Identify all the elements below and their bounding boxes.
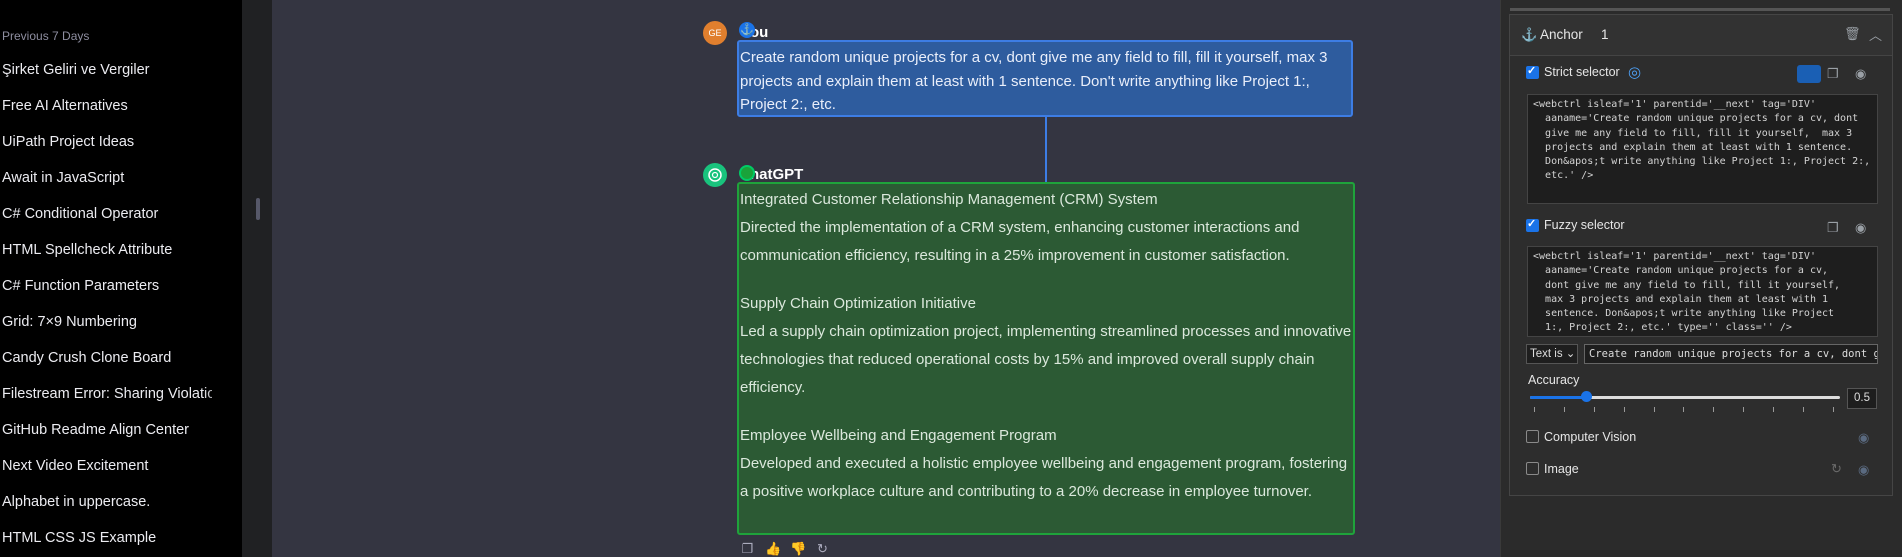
chevron-up-icon[interactable]: ︿ [1869, 25, 1882, 44]
target-icon [739, 165, 755, 181]
sidebar-item[interactable]: UiPath Project Ideas [2, 134, 212, 150]
sidebar-fade [202, 0, 242, 557]
anchor-title: Anchor [1540, 27, 1583, 42]
text-match-input[interactable]: Create random unique projects for a cv, … [1584, 344, 1878, 364]
sidebar-item[interactable]: C# Function Parameters [2, 278, 212, 294]
sidebar-item[interactable]: Filestream Error: Sharing Violation [2, 386, 212, 402]
project-title: Integrated Customer Relationship Managem… [740, 191, 1158, 208]
sidebar-section-label: Previous 7 Days [2, 29, 90, 43]
strict-selector-label: Strict selector [1544, 65, 1620, 79]
accuracy-ticks [1534, 407, 1834, 413]
project-description: Directed the implementation of a CRM sys… [740, 219, 1300, 264]
delete-icon[interactable]: 🗑 [1844, 26, 1861, 42]
anchor-count: 1 [1601, 27, 1609, 42]
fuzzy-selector-checkbox[interactable] [1526, 217, 1539, 232]
assistant-name-label: hatGPT [750, 166, 804, 183]
eye-icon[interactable]: ◉ [1855, 220, 1866, 236]
sidebar-item[interactable]: HTML Spellcheck Attribute [2, 242, 212, 258]
sidebar-item[interactable]: HTML CSS JS Example [2, 530, 212, 546]
copy-icon[interactable]: ❐ [1827, 220, 1839, 236]
accuracy-label: Accuracy [1528, 373, 1580, 387]
sidebar-item[interactable]: GitHub Readme Align Center [2, 422, 212, 438]
match-mode-value: Text is [1530, 348, 1563, 360]
sidebar-item[interactable]: Alphabet in uppercase. [2, 494, 212, 510]
openai-logo-icon [708, 168, 722, 182]
match-mode-select[interactable]: Text is ⌄ [1526, 344, 1578, 364]
message-actions: ❐ 👍 👎 ↻ [740, 541, 830, 556]
sidebar-item[interactable]: Next Video Excitement [2, 458, 212, 474]
user-avatar: GE [703, 21, 727, 45]
copy-icon[interactable]: ❐ [740, 541, 755, 556]
strict-selector-code[interactable]: <webctrl isleaf='1' parentid='__next' ta… [1527, 94, 1878, 204]
accuracy-slider-fill [1530, 396, 1586, 399]
project-description: Led a supply chain optimization project,… [740, 323, 1352, 396]
image-checkbox[interactable] [1526, 462, 1539, 475]
project-title: Supply Chain Optimization Initiative [740, 295, 976, 312]
strict-selector-checkbox[interactable] [1526, 64, 1539, 79]
anchor-icon: ⚓ [739, 22, 755, 38]
image-label: Image [1544, 462, 1579, 476]
sidebar-item[interactable]: Grid: 7×9 Numbering [2, 314, 212, 330]
accuracy-slider-thumb[interactable] [1581, 391, 1592, 402]
eye-icon[interactable]: ◉ [1858, 430, 1869, 446]
computer-vision-checkbox[interactable] [1526, 430, 1539, 443]
anchor-connector-line [1045, 117, 1047, 182]
eye-icon[interactable]: ◉ [1858, 462, 1869, 478]
anchor-icon: ⚓ [1521, 27, 1538, 42]
sidebar: Previous 7 Days Şirket Geliri ve Vergile… [0, 0, 242, 557]
sidebar-item[interactable]: Candy Crush Clone Board [2, 350, 212, 366]
tag-view-button[interactable] [1797, 65, 1821, 83]
fuzzy-selector-label: Fuzzy selector [1544, 218, 1625, 232]
sidebar-item[interactable]: Şirket Geliri ve Vergiler [2, 62, 212, 78]
thumbs-down-icon[interactable]: 👎 [790, 541, 806, 556]
panel-top-divider [1510, 8, 1890, 11]
sidebar-item[interactable]: Free AI Alternatives [2, 98, 212, 114]
thumbs-up-icon[interactable]: 👍 [765, 541, 781, 556]
sidebar-item[interactable]: C# Conditional Operator [2, 206, 212, 222]
project-title: Employee Wellbeing and Engagement Progra… [740, 427, 1057, 444]
user-message-text: Create random unique projects for a cv, … [740, 49, 1328, 113]
target-icon[interactable]: ◎ [1628, 63, 1641, 81]
computer-vision-label: Computer Vision [1544, 430, 1637, 444]
project-description: Developed and executed a holistic employ… [740, 455, 1348, 500]
chatgpt-avatar [703, 163, 727, 187]
copy-icon[interactable]: ❐ [1827, 66, 1839, 82]
sidebar-item[interactable]: Await in JavaScript [2, 170, 212, 186]
regenerate-icon[interactable]: ↻ [815, 541, 830, 556]
main-gutter [242, 0, 272, 557]
eye-icon[interactable]: ◉ [1855, 66, 1866, 82]
sidebar-collapse-handle[interactable] [256, 198, 260, 220]
refresh-icon[interactable]: ↻ [1831, 461, 1842, 477]
fuzzy-selector-code[interactable]: <webctrl isleaf='1' parentid='__next' ta… [1527, 246, 1878, 337]
accuracy-value-input[interactable]: 0.5 [1847, 388, 1877, 409]
